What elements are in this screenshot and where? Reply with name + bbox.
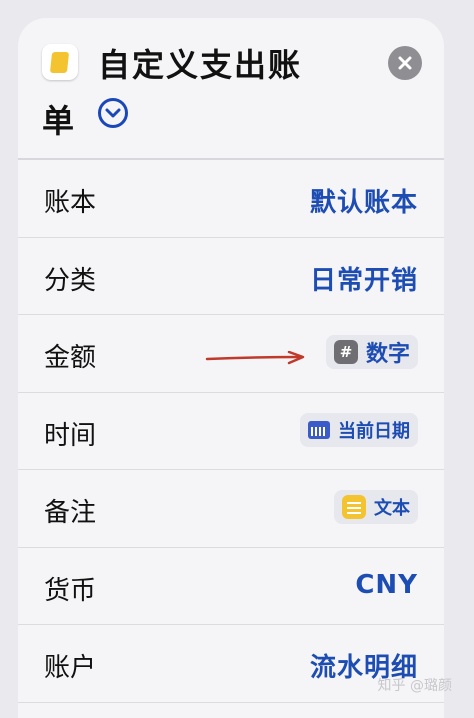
action-title: 自定义支出账 (98, 46, 303, 84)
row-label: 金额 (44, 343, 97, 373)
watermark: 知乎 @璐颜 (377, 678, 452, 694)
action-header: 自定义支出账 单 (18, 18, 444, 158)
annotation-arrow-icon (205, 351, 305, 365)
chevron-down-icon (105, 108, 121, 118)
row-label: 备注 (44, 498, 97, 528)
row-ledger[interactable]: 账本 默认账本 (18, 160, 444, 238)
row-label: 分类 (44, 265, 97, 296)
close-icon (398, 56, 412, 70)
row-label: 账本 (44, 188, 97, 218)
hash-icon: # (333, 340, 358, 364)
row-note[interactable]: 备注 文本 (18, 470, 444, 548)
magic-variable-pill[interactable]: # 数字 (325, 335, 418, 369)
parameter-list: 账本 默认账本 分类 日常开销 金额 # 数字 时间 当前日期 备注 文本 货币… (18, 160, 444, 703)
row-category[interactable]: 分类 日常开销 (18, 238, 444, 315)
magic-variable-pill[interactable]: 文本 (334, 490, 418, 524)
action-title-continued: 单 (42, 102, 75, 140)
app-icon (42, 44, 78, 80)
close-button[interactable] (388, 46, 422, 80)
row-time[interactable]: 时间 当前日期 (18, 393, 444, 470)
calendar-icon (308, 420, 330, 439)
pill-text: 文本 (374, 498, 410, 519)
row-value[interactable]: CNY (355, 570, 418, 600)
row-label: 货币 (44, 575, 97, 606)
shortcut-action-card: 自定义支出账 单 账本 默认账本 分类 日常开销 金额 # 数字 时间 当前日期… (18, 18, 444, 718)
pill-text: 数字 (365, 342, 410, 367)
expand-chevron-button[interactable] (98, 98, 128, 128)
note-icon (342, 495, 366, 519)
row-label: 账户 (44, 653, 97, 683)
magic-variable-pill[interactable]: 当前日期 (300, 412, 418, 447)
row-value[interactable]: 默认账本 (310, 182, 418, 219)
row-currency[interactable]: 货币 CNY (18, 548, 444, 625)
row-value[interactable]: 日常开销 (310, 260, 418, 297)
row-label: 时间 (44, 420, 97, 451)
pill-text: 当前日期 (338, 420, 410, 442)
